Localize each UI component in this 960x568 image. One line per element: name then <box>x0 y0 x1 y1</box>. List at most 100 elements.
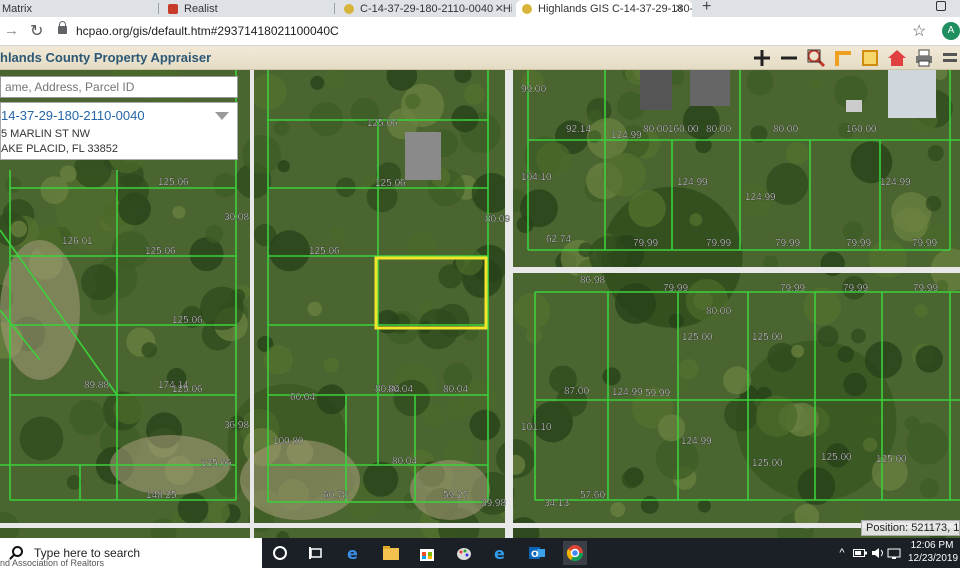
tree-canopy <box>80 264 118 301</box>
new-tab-icon[interactable]: + <box>702 0 711 16</box>
building <box>690 70 730 106</box>
sand-clearing <box>240 440 360 520</box>
dimension-label: 79.99 <box>913 283 938 294</box>
tree-canopy <box>316 384 347 415</box>
lock-icon[interactable] <box>58 21 67 34</box>
measure-icon[interactable] <box>833 48 853 68</box>
tree-canopy <box>114 173 150 208</box>
dimension-label: 124.99 <box>677 177 708 188</box>
browser-tab-strip: Matrix Realist C-14-37-29-180-2110-0040 … <box>0 0 960 17</box>
paint-icon[interactable] <box>454 543 474 563</box>
battery-icon[interactable] <box>850 543 870 563</box>
store-icon[interactable] <box>417 543 437 563</box>
parcel-result-panel[interactable]: 14-37-29-180-2110-0040 5 MARLIN ST NW AK… <box>0 102 238 160</box>
tree-canopy <box>602 152 646 197</box>
tree-canopy <box>59 165 77 183</box>
dimension-label: 125.06 <box>201 458 232 469</box>
dimension-label: 104.10 <box>521 172 552 183</box>
profile-avatar[interactable]: A <box>942 22 960 40</box>
restore-window-icon[interactable] <box>936 1 946 11</box>
collapse-panel-icon[interactable] <box>215 112 229 120</box>
task-view-icon[interactable] <box>306 543 326 563</box>
svg-text:O: O <box>531 550 539 560</box>
cortana-icon[interactable] <box>270 543 290 563</box>
tab-title: Realist <box>184 2 218 15</box>
dimension-label: 101.10 <box>521 422 552 433</box>
road <box>505 70 513 538</box>
chrome-icon[interactable] <box>563 541 587 565</box>
outlook-icon[interactable]: O <box>527 543 547 563</box>
show-hidden-icons-icon[interactable]: ^ <box>832 543 852 563</box>
tree-canopy <box>172 205 186 219</box>
tree-canopy <box>375 309 400 334</box>
tree-canopy <box>925 195 942 212</box>
dimension-label: 87.00 <box>564 386 589 397</box>
reload-icon[interactable]: ↻ <box>30 21 43 41</box>
tree-canopy <box>864 414 882 431</box>
zoom-box-icon[interactable] <box>806 48 826 68</box>
clock-time[interactable]: 12:06 PM <box>910 540 954 551</box>
tree-canopy <box>724 397 759 432</box>
dimension-label: 79.99 <box>663 283 688 294</box>
tree-canopy <box>864 341 903 379</box>
file-explorer-icon[interactable] <box>381 543 401 563</box>
tree-canopy <box>893 206 928 242</box>
select-icon[interactable] <box>860 48 880 68</box>
dimension-label: 79.99 <box>912 238 937 249</box>
more-tools-icon[interactable] <box>940 48 960 68</box>
bookmark-star-icon[interactable]: ☆ <box>912 21 926 41</box>
dimension-label: 79.99 <box>846 238 871 249</box>
dimension-label: 79.99 <box>775 238 800 249</box>
tree-canopy <box>837 346 854 363</box>
tree-canopy <box>177 493 209 525</box>
tab-highlands-gis[interactable]: Highlands GIS C-14-37-29-180-2 ✕ <box>516 0 692 17</box>
address-bar[interactable]: hcpao.org/gis/default.htm#29371418021100… <box>76 24 339 38</box>
taskbar-search[interactable]: Type here to search nd Association of Re… <box>0 538 262 568</box>
tree-canopy <box>206 500 230 524</box>
tab-separator <box>158 3 159 14</box>
dimension-label: 80.09 <box>485 214 510 225</box>
tree-canopy <box>791 344 805 358</box>
dimension-label: 160.00 <box>846 124 877 135</box>
dimension-label: 125.06 <box>375 178 406 189</box>
tree-canopy <box>862 437 878 452</box>
tree-canopy <box>435 303 470 338</box>
internet-explorer-icon[interactable]: e <box>491 543 511 563</box>
app-title: hlands County Property Appraiser <box>0 50 212 65</box>
dimension-label: 79.99 <box>706 238 731 249</box>
tab-matrix[interactable]: Matrix <box>0 0 150 17</box>
tree-canopy <box>4 176 21 193</box>
tree-canopy <box>839 501 864 526</box>
dimension-label: 160.00 <box>668 124 699 135</box>
tree-canopy <box>189 237 224 272</box>
search-input[interactable] <box>1 77 237 97</box>
print-icon[interactable] <box>914 48 934 68</box>
tab-parcel-record[interactable]: C-14-37-29-180-2110-0040 - Hig ✕ <box>338 0 512 17</box>
zoom-out-icon[interactable] <box>779 48 799 68</box>
tree-canopy <box>851 328 866 344</box>
dimension-label: 125.00 <box>682 332 713 343</box>
tree-canopy <box>914 304 928 318</box>
parcel-address-line-1: 5 MARLIN ST NW <box>1 128 91 140</box>
dimension-label: 125.06 <box>145 246 176 257</box>
tab-realist[interactable]: Realist <box>162 0 330 17</box>
clock-date[interactable]: 12/23/2019 <box>908 553 958 564</box>
close-tab-icon[interactable]: ✕ <box>675 2 684 15</box>
svg-text:e: e <box>347 544 358 562</box>
zoom-in-icon[interactable] <box>752 48 772 68</box>
dimension-label: 125.00 <box>876 454 907 465</box>
dimension-label: 125.06 <box>367 118 398 129</box>
tab-title: Matrix <box>2 2 32 15</box>
tree-canopy <box>602 367 621 386</box>
parcel-id-link[interactable]: 14-37-29-180-2110-0040 <box>1 108 145 123</box>
home-icon[interactable] <box>887 48 907 68</box>
network-icon[interactable] <box>884 543 904 563</box>
parcel-search[interactable] <box>0 76 238 98</box>
building <box>846 100 862 112</box>
dimension-label: 124.99 <box>611 130 642 141</box>
tree-canopy <box>141 342 157 358</box>
tree-canopy <box>273 119 290 136</box>
edge-icon[interactable]: e <box>344 543 364 563</box>
forward-icon[interactable]: → <box>4 22 19 39</box>
close-tab-icon[interactable]: ✕ <box>495 2 504 15</box>
